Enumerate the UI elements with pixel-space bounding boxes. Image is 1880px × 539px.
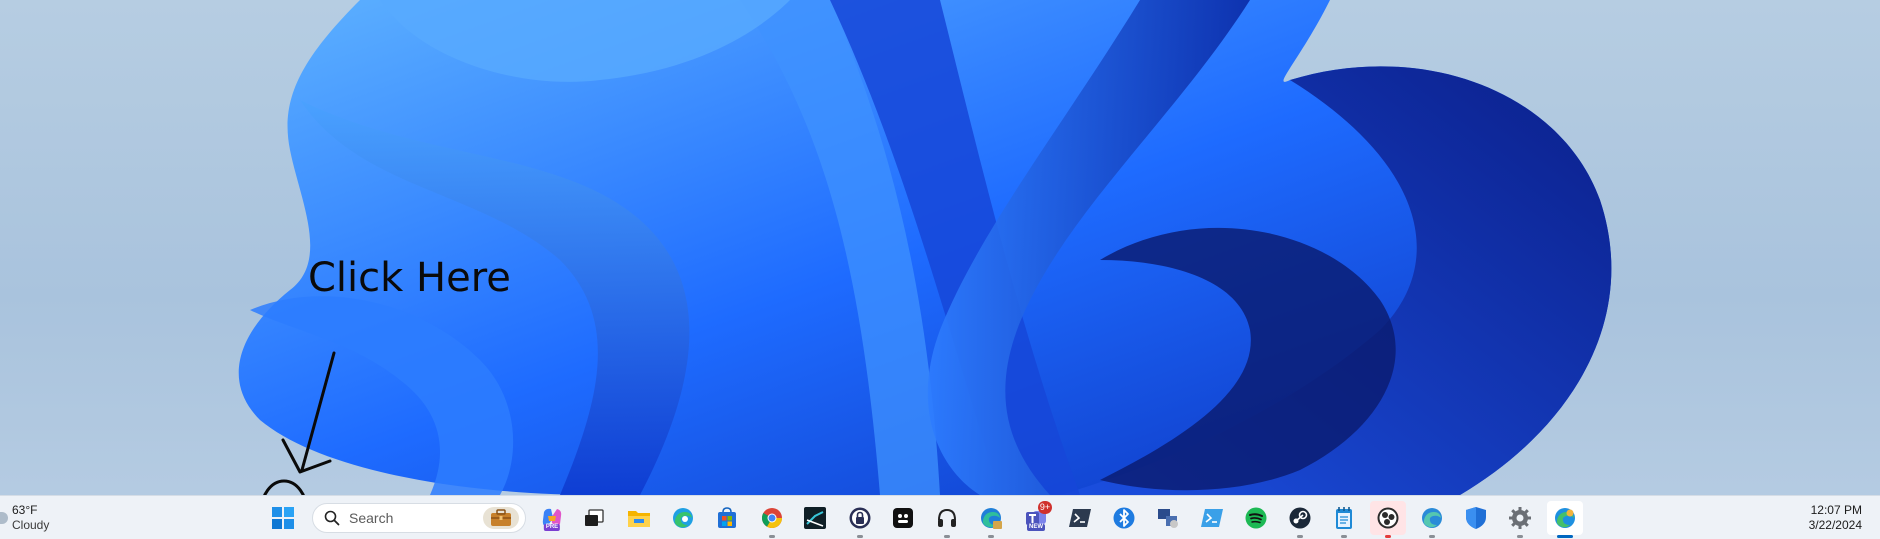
running-indicator [769,535,775,538]
taskbar-app-powershell[interactable] [1194,501,1230,535]
edge-canary-icon [1555,508,1575,528]
bluetooth-icon [1113,507,1135,529]
terminal-icon [1069,509,1091,527]
steam-icon [1289,507,1311,529]
taskbar-app-notepad[interactable] [1326,501,1362,538]
clock-date: 3/22/2024 [1808,518,1862,532]
bloom-wallpaper [238,0,1612,495]
taskbar-app-task-view[interactable] [576,501,612,535]
taskbar-app-spotify[interactable] [1238,501,1274,535]
password-manager-icon [849,507,871,529]
edge-dev-icon [1422,508,1442,528]
edge-icon [673,508,693,528]
start-button[interactable] [268,504,298,532]
taskbar-app-steam[interactable] [1282,501,1318,538]
windows-logo-icon [272,507,294,529]
chrome-icon [761,508,782,528]
windows-security-icon [1466,507,1486,529]
taskbar-app-teams[interactable]: 9+ NEW [1018,501,1054,535]
active-indicator [1557,535,1573,538]
annotation-text: Click Here [308,255,511,301]
edge-beta-icon [981,508,1002,529]
running-indicator [1297,535,1303,538]
app-dots-icon [893,508,913,528]
obs-icon [1377,507,1399,529]
spotify-icon [1245,507,1267,529]
taskbar-app-edge-dev[interactable] [1414,501,1450,538]
system-clock[interactable]: 12:07 PM 3/22/2024 [1809,503,1862,533]
search-icon [323,509,341,527]
search-placeholder: Search [349,510,394,526]
running-indicator [1385,535,1391,538]
taskbar-app-chrome[interactable] [754,501,790,538]
taskbar-app-headset[interactable] [929,501,965,538]
teams-new-tag: NEW [1027,524,1045,531]
taskbar-app-edge-beta[interactable] [973,501,1009,538]
taskbar-app-obs[interactable] [1370,501,1406,538]
cloud-icon [0,512,8,524]
task-view-icon [585,509,604,526]
microsoft-store-icon [718,507,736,528]
capcut-icon [804,507,826,529]
headset-icon [938,508,956,527]
running-indicator [1341,535,1347,538]
taskbar-app-password-manager[interactable] [842,501,878,538]
running-indicator [944,535,950,538]
running-indicator [1517,535,1523,538]
network-app-icon [1158,509,1178,528]
settings-gear-icon [1509,507,1531,529]
taskbar-app-settings[interactable] [1502,501,1538,538]
running-indicator [1429,535,1435,538]
copilot-pre-tag: PRE [543,524,561,531]
taskbar-app-copilot[interactable]: PRE [534,501,570,535]
taskbar-app-bluetooth[interactable] [1106,501,1142,535]
taskbar-app-terminal[interactable] [1062,501,1098,535]
taskbar: 63°F Cloudy Search PRE 9+ NEW 12:07 PM 3… [0,495,1880,539]
taskbar-app-dots[interactable] [885,501,921,535]
search-box[interactable]: Search [312,503,526,533]
desktop[interactable]: Click Here 63°F Cloudy Search PRE 9+ NEW… [0,0,1880,539]
file-explorer-icon [628,511,650,527]
running-indicator [857,535,863,538]
notification-badge: 9+ [1038,501,1052,514]
weather-widget[interactable]: 63°F Cloudy [0,502,50,534]
taskbar-app-file-explorer[interactable] [621,501,657,535]
running-indicator [988,535,994,538]
taskbar-app-capcut[interactable] [797,501,833,535]
taskbar-app-network[interactable] [1150,501,1186,535]
weather-temperature: 63°F [12,503,38,517]
taskbar-app-edge-canary[interactable] [1547,501,1583,538]
taskbar-app-edge[interactable] [665,501,701,535]
clock-time: 12:07 PM [1810,503,1862,517]
weather-condition: Cloudy [12,518,50,532]
briefcase-icon[interactable] [483,507,519,529]
notepad-icon [1336,507,1352,529]
powershell-icon [1201,509,1223,527]
taskbar-app-store[interactable] [709,501,745,535]
taskbar-app-windows-security[interactable] [1458,501,1494,535]
